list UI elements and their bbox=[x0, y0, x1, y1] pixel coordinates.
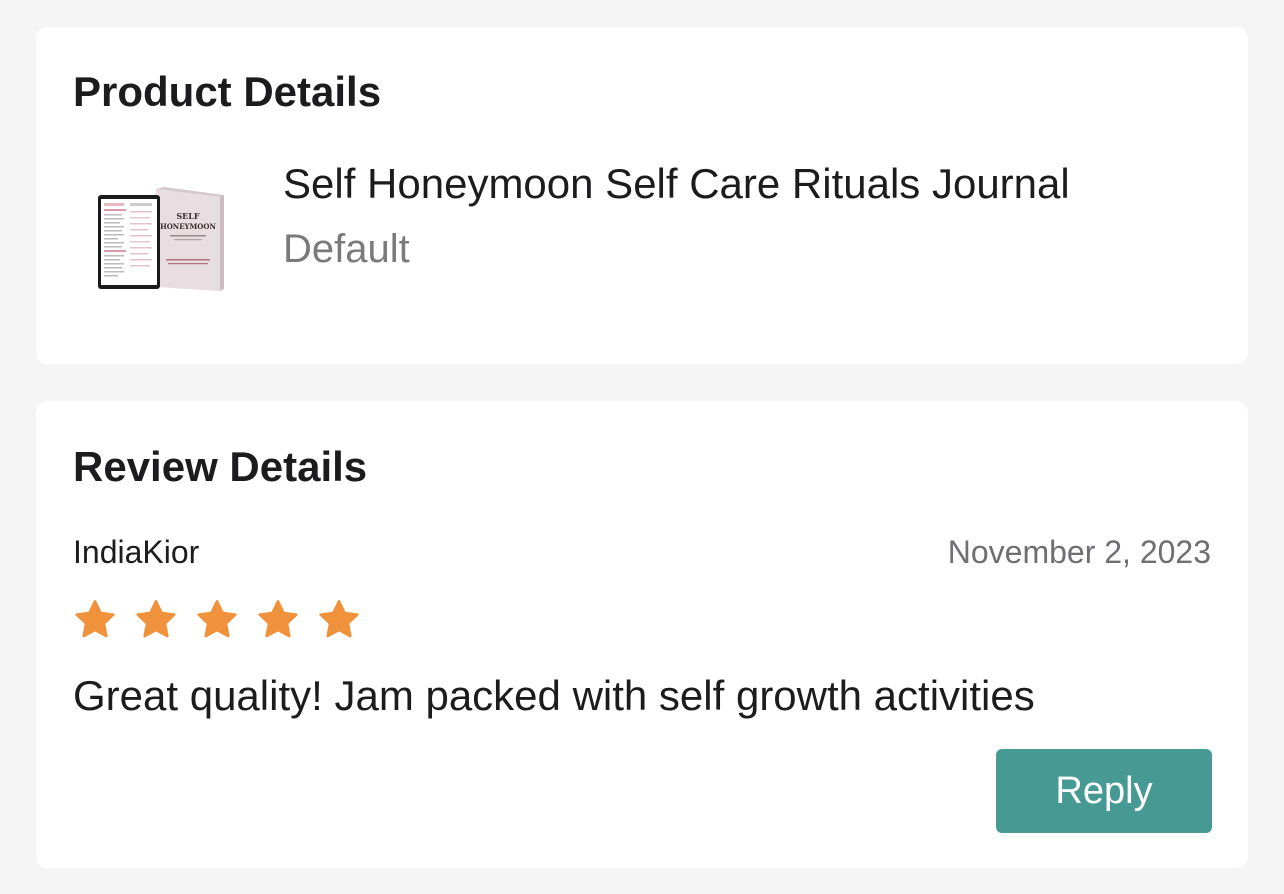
star-icon bbox=[197, 600, 237, 638]
product-variant: Default bbox=[283, 227, 410, 271]
star-icon bbox=[136, 600, 176, 638]
star-icon bbox=[319, 600, 359, 638]
svg-text:SELF: SELF bbox=[176, 211, 200, 221]
review-date: November 2, 2023 bbox=[947, 534, 1211, 570]
review-text: Great quality! Jam packed with self grow… bbox=[73, 672, 1035, 719]
star-icon bbox=[258, 600, 298, 638]
star-icon bbox=[75, 600, 115, 638]
review-details-title: Review Details bbox=[73, 443, 368, 490]
reply-button[interactable]: Reply bbox=[996, 749, 1212, 833]
product-thumbnail: SELF HONEYMOON bbox=[98, 187, 224, 291]
reviewer-name: IndiaKior bbox=[73, 534, 200, 570]
product-details-title: Product Details bbox=[73, 68, 382, 115]
product-details-card: Product Details SELF HONEYMOON Self Hone… bbox=[36, 27, 1248, 364]
review-details-card: Review Details IndiaKior November 2, 202… bbox=[36, 401, 1248, 868]
star-rating bbox=[73, 598, 361, 642]
svg-text:HONEYMOON: HONEYMOON bbox=[160, 222, 216, 231]
product-name: Self Honeymoon Self Care Rituals Journal bbox=[283, 160, 1070, 207]
